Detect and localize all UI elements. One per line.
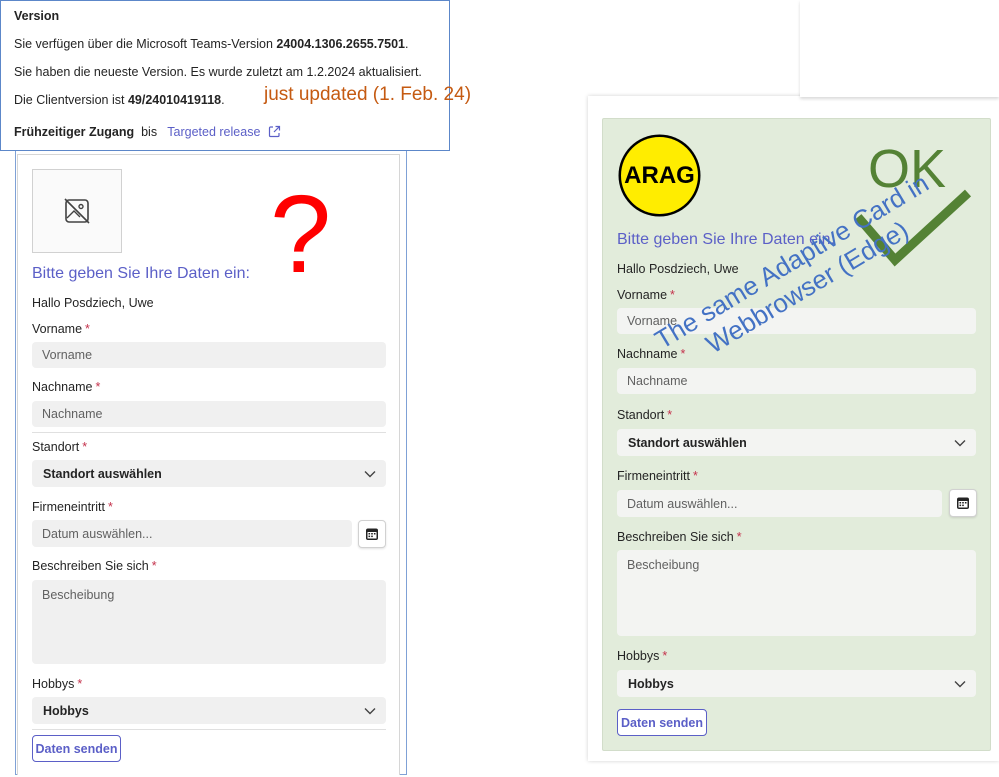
vorname-label: Vorname * xyxy=(617,288,675,302)
firmeneintritt-label: Firmeneintritt * xyxy=(32,500,113,514)
firmeneintritt-input[interactable]: Datum auswählen... xyxy=(617,490,942,517)
beschreibung-label: Beschreiben Sie sich * xyxy=(617,530,742,544)
vorname-label: Vorname * xyxy=(32,322,90,336)
calendar-button[interactable] xyxy=(358,520,386,548)
web-browser-top-panel xyxy=(800,0,999,97)
hobbys-select[interactable]: Hobbys xyxy=(617,670,976,697)
beschreibung-label: Beschreiben Sie sich * xyxy=(32,559,157,573)
hobbys-select-value: Hobbys xyxy=(43,703,89,718)
submit-button[interactable]: Daten senden xyxy=(617,709,707,736)
hobbys-select[interactable]: Hobbys xyxy=(32,697,386,724)
client-version-line: Die Clientversion ist 49/24010419118. xyxy=(14,93,225,107)
firmeneintritt-input[interactable]: Datum auswählen... xyxy=(32,520,352,547)
update-status-line: Sie haben die neueste Version. Es wurde … xyxy=(14,65,422,79)
hobbys-select-value: Hobbys xyxy=(628,676,674,691)
form-heading: Bitte geben Sie Ihre Daten ein: xyxy=(32,265,250,282)
chevron-down-icon xyxy=(364,470,376,477)
hobbys-label: Hobbys * xyxy=(32,677,83,691)
submit-button[interactable]: Daten senden xyxy=(32,735,121,762)
calendar-button[interactable] xyxy=(949,489,977,517)
beschreibung-textarea[interactable]: Bescheibung xyxy=(32,580,386,664)
nachname-input[interactable]: Nachname xyxy=(32,401,386,427)
targeted-release-link[interactable]: Targeted release xyxy=(167,125,260,139)
divider xyxy=(32,729,386,730)
broken-image-icon xyxy=(32,169,122,253)
firmeneintritt-label: Firmeneintritt * xyxy=(617,469,698,483)
version-info-popup: Version Sie verfügen über die Microsoft … xyxy=(0,0,450,151)
chevron-down-icon xyxy=(954,439,966,446)
nachname-input[interactable]: Nachname xyxy=(617,368,976,394)
hobbys-label: Hobbys * xyxy=(617,649,668,663)
beschreibung-textarea[interactable]: Bescheibung xyxy=(617,550,976,636)
svg-text:ARAG: ARAG xyxy=(624,162,695,189)
nachname-label: Nachname * xyxy=(32,380,101,394)
divider xyxy=(32,432,386,433)
calendar-icon xyxy=(957,497,969,509)
popup-title: Version xyxy=(14,9,60,23)
early-access-line: Frühzeitiger Zugang bis Targeted release xyxy=(14,125,281,139)
standort-label: Standort * xyxy=(617,408,673,422)
teams-version-line: Sie verfügen über die Microsoft Teams-Ve… xyxy=(14,37,409,51)
annotation-just-updated: just updated (1. Feb. 24) xyxy=(264,84,472,105)
chevron-down-icon xyxy=(364,707,376,714)
calendar-icon xyxy=(366,528,378,540)
external-link-icon[interactable] xyxy=(268,125,281,138)
standort-select-value: Standort auswählen xyxy=(43,466,162,481)
standort-label: Standort * xyxy=(32,440,88,454)
greeting-text: Hallo Posdziech, Uwe xyxy=(617,262,739,276)
vorname-input[interactable]: Vorname xyxy=(32,342,386,368)
chevron-down-icon xyxy=(954,680,966,687)
arag-logo: ARAG xyxy=(617,133,702,218)
standort-select-value: Standort auswählen xyxy=(628,435,747,450)
greeting-text: Hallo Posdziech, Uwe xyxy=(32,296,154,310)
annotation-question-mark: ? xyxy=(270,173,332,296)
standort-select[interactable]: Standort auswählen xyxy=(32,460,386,487)
standort-select[interactable]: Standort auswählen xyxy=(617,429,976,456)
